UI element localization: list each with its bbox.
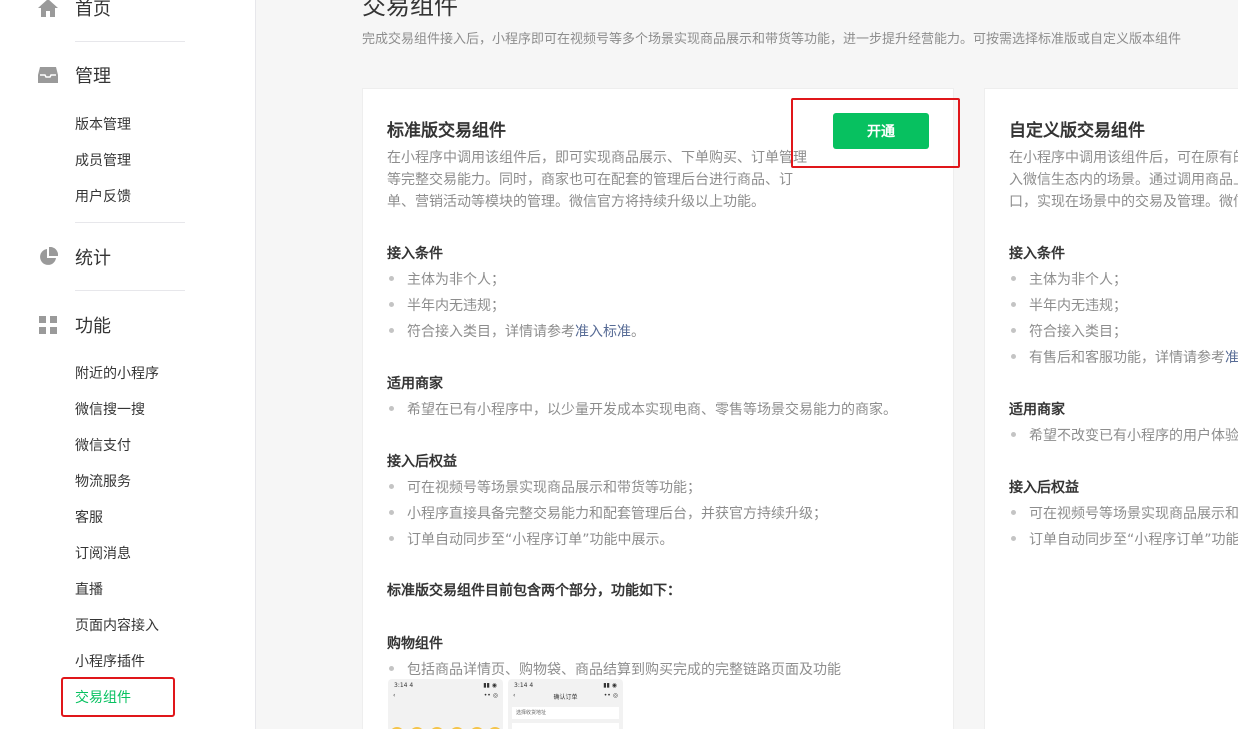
nav-stats[interactable]: 统计 — [37, 245, 111, 269]
cart-component-title: 购物组件 — [387, 636, 443, 652]
phone-screenshot-order: 3:14 4 ▮▮ ◉ ‹ 确认订单 •• ◎ 选择收货地址 — [508, 679, 623, 729]
standard-merchant-title: 适用商家 — [387, 376, 443, 392]
page-description: 完成交易组件接入后，小程序即可在视频号等多个场景实现商品展示和带货等功能，进一步… — [362, 32, 1182, 47]
list-item: 小程序直接具备完整交易能力和配套管理后台，并获官方持续升级； — [387, 503, 827, 523]
list-item: 订单自动同步至“小程序订单”功能中展示。 — [387, 529, 674, 549]
home-icon — [37, 0, 59, 19]
pie-chart-icon — [37, 246, 59, 268]
list-item: 可在视频号等场景实现商品展示和 — [1009, 503, 1238, 523]
custom-desc-line: 入微信生态内的场景。通过调用商品上 — [1009, 172, 1238, 188]
access-standard-link[interactable]: 准入标准 — [575, 324, 631, 340]
back-icon: ‹ — [513, 692, 516, 699]
list-item: 符合接入类目； — [1009, 321, 1127, 341]
phone-order-title: 确认订单 — [553, 694, 578, 701]
custom-description: 在小程序中调用该组件后，可在原有的 入微信生态内的场景。通过调用商品上 口，实现… — [1009, 147, 1238, 213]
divider — [75, 222, 185, 223]
back-icon: ‹ — [393, 692, 396, 699]
more-icon: •• ◎ — [603, 692, 618, 699]
standard-cond-title: 接入条件 — [387, 246, 443, 262]
phone-address-row: 选择收货地址 — [512, 707, 619, 719]
custom-merchant-title: 适用商家 — [1009, 402, 1065, 418]
list-item: 主体为非个人； — [387, 269, 505, 289]
list-item: 希望不改变已有小程序的用户体验 — [1009, 425, 1238, 445]
list-item: 订单自动同步至“小程序订单”功能 — [1009, 529, 1238, 549]
signal-icon: ▮▮ ◉ — [483, 682, 497, 689]
divider — [75, 41, 185, 42]
sidebar-item-search[interactable]: 微信搜一搜 — [75, 400, 145, 420]
cond-end: 。 — [631, 324, 645, 340]
inbox-icon — [37, 64, 59, 86]
custom-cond-title: 接入条件 — [1009, 246, 1065, 262]
nav-manage-label: 管理 — [75, 66, 111, 87]
signal-icon: ▮▮ ◉ — [603, 682, 617, 689]
list-item: 半年内无违规； — [1009, 295, 1127, 315]
standard-title: 标准版交易组件 — [387, 121, 506, 141]
nav-features-label: 功能 — [75, 316, 111, 337]
sidebar-item-content[interactable]: 页面内容接入 — [75, 616, 159, 636]
standard-description: 在小程序中调用该组件后，即可实现商品展示、下单购买、订单管理等完整交易能力。同时… — [387, 150, 807, 210]
list-item: 希望在已有小程序中，以少量开发成本实现电商、零售等场景交易能力的商家。 — [387, 399, 897, 419]
list-item: 有售后和客服功能，详情请参考准 — [1009, 347, 1238, 367]
page-title: 交易组件 — [362, 0, 458, 20]
sidebar-item-logistics[interactable]: 物流服务 — [75, 472, 131, 492]
sidebar-item-pay[interactable]: 微信支付 — [75, 436, 131, 456]
custom-title: 自定义版交易组件 — [1009, 121, 1145, 141]
phone-nav: ‹ •• ◎ — [388, 692, 503, 704]
custom-benefit-title: 接入后权益 — [1009, 480, 1079, 496]
nav-features[interactable]: 功能 — [37, 313, 111, 337]
more-icon: •• ◎ — [483, 692, 498, 699]
highlight-box-sidebar — [61, 677, 175, 717]
sidebar-item-members[interactable]: 成员管理 — [75, 151, 131, 171]
nav-stats-label: 统计 — [75, 248, 111, 269]
nav-home-label: 首页 — [75, 0, 111, 20]
phone-order-block — [512, 723, 619, 729]
list-item: 主体为非个人； — [1009, 269, 1127, 289]
cond-text: 符合接入类目，详情请参考 — [407, 324, 575, 340]
list-item: 可在视频号等场景实现商品展示和带货等功能； — [387, 477, 701, 497]
cond-text: 有售后和客服功能，详情请参考 — [1029, 350, 1225, 366]
sidebar-item-nearby[interactable]: 附近的小程序 — [75, 364, 159, 384]
standard-parts-title: 标准版交易组件目前包含两个部分，功能如下： — [387, 583, 681, 599]
phone-time: 3:14 4 — [514, 682, 534, 689]
standard-benefit-title: 接入后权益 — [387, 454, 457, 470]
sidebar-item-subscribe[interactable]: 订阅消息 — [75, 544, 131, 564]
list-item: 符合接入类目，详情请参考准入标准。 — [387, 321, 645, 341]
list-item: 包括商品详情页、购物袋、商品结算到购买完成的完整链路页面及功能 — [387, 659, 841, 679]
sidebar: 首页 管理 版本管理 成员管理 用户反馈 统计 功能 附近的小程序 微信搜一搜 … — [0, 0, 256, 729]
sidebar-item-service[interactable]: 客服 — [75, 508, 103, 528]
custom-standard-link[interactable]: 准 — [1225, 350, 1238, 366]
highlight-box-button — [791, 98, 960, 168]
phone-time: 3:14 4 — [394, 682, 414, 689]
divider — [75, 290, 185, 291]
custom-desc-line: 口，实现在场景中的交易及管理。微信 — [1009, 194, 1238, 210]
phone-nav: ‹ 确认订单 •• ◎ — [508, 692, 623, 704]
list-item: 半年内无违规； — [387, 295, 505, 315]
nav-home[interactable]: 首页 — [37, 0, 111, 20]
sidebar-item-live[interactable]: 直播 — [75, 580, 103, 600]
sidebar-item-plugin[interactable]: 小程序插件 — [75, 652, 145, 672]
standard-card: 标准版交易组件 在小程序中调用该组件后，即可实现商品展示、下单购买、订单管理等完… — [362, 88, 954, 729]
custom-desc-line: 在小程序中调用该组件后，可在原有的 — [1009, 150, 1238, 166]
sidebar-item-feedback[interactable]: 用户反馈 — [75, 187, 131, 207]
sidebar-item-version[interactable]: 版本管理 — [75, 115, 131, 135]
nav-manage[interactable]: 管理 — [37, 63, 111, 87]
grid-icon — [37, 314, 59, 336]
custom-card: 自定义版交易组件 在小程序中调用该组件后，可在原有的 入微信生态内的场景。通过调… — [984, 88, 1238, 729]
phone-screenshot-product: 3:14 4 ▮▮ ◉ ‹ •• ◎ — [388, 679, 503, 729]
